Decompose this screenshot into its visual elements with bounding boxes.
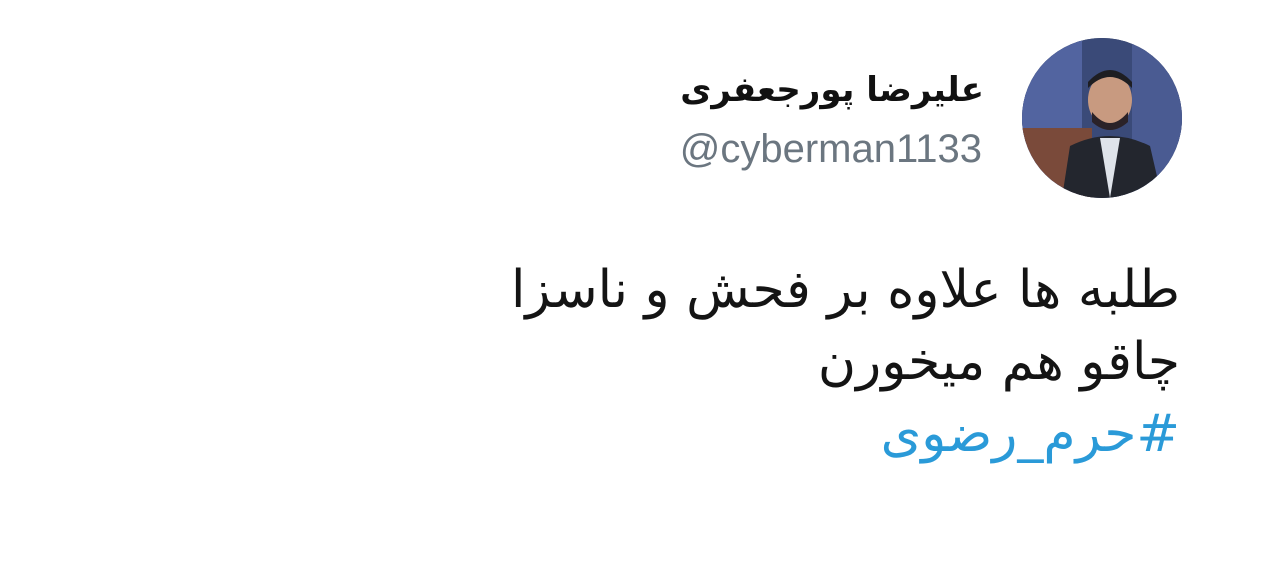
- hashtag-link[interactable]: #حرم_رضوی: [260, 398, 1180, 470]
- author-handle[interactable]: @cyberman1133: [680, 124, 982, 174]
- tweet-card: علیرضا پورجعفری @cyberman1133 طلبه ها عل…: [0, 0, 1280, 582]
- author-display-name[interactable]: علیرضا پورجعفری: [680, 62, 984, 118]
- tweet-text: طلبه ها علاوه بر فحش و ناسزا چاقو هم میخ…: [260, 254, 1180, 470]
- tweet-text-line-1: طلبه ها علاوه بر فحش و ناسزا: [510, 260, 1180, 320]
- avatar[interactable]: [1022, 38, 1182, 198]
- profile-photo-icon: [1022, 38, 1182, 198]
- tweet-text-line-2: چاقو هم میخورن: [817, 332, 1180, 392]
